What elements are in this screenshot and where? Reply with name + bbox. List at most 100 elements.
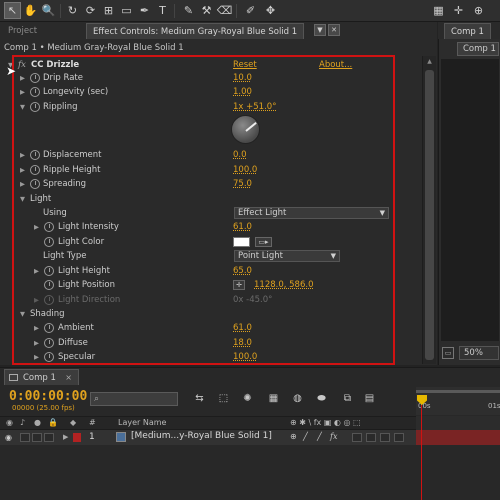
expand-triangle-icon[interactable]: ▶ [34,350,39,364]
tab-effect-controls[interactable]: Effect Controls: Medium Gray-Royal Blue … [86,23,305,39]
hide-shy-layers-icon[interactable]: ✺ [240,391,255,406]
stopwatch-icon[interactable] [44,323,54,333]
stopwatch-icon[interactable] [30,150,40,160]
camera-orbit-icon[interactable]: ⟳ [82,2,99,19]
comp-flowchart-button[interactable]: Comp 1 [457,42,499,56]
3d-layer-toggle[interactable] [394,433,404,442]
puppet-pin-icon[interactable]: ✥ [262,2,279,19]
tab-menu-icon[interactable]: ▼ [314,24,326,36]
brush-icon[interactable]: ✎ [180,2,197,19]
property-value-drip-rate[interactable]: 10.0 [233,71,252,85]
stopwatch-icon[interactable] [44,222,54,232]
fx-icon[interactable]: fx [18,58,26,72]
adjustment-toggle[interactable] [380,433,390,442]
collapse-triangle-icon[interactable]: ▼ [20,100,25,114]
zoom-icon[interactable]: 🔍 [40,2,57,19]
text-icon[interactable]: T [154,2,171,19]
expand-triangle-icon[interactable]: ▶ [34,321,39,335]
property-value-rippling[interactable]: 1x +51.0° [233,100,276,114]
visibility-eye-icon[interactable]: ◉ [5,433,12,442]
rectangle-icon[interactable]: ▭ [118,2,135,19]
solo-toggle[interactable] [32,433,42,442]
hand-icon[interactable]: ✋ [22,2,39,19]
stopwatch-icon[interactable] [44,237,54,247]
draft-3d-icon[interactable]: ⬚ [216,391,231,406]
eraser-icon[interactable]: ⌫ [216,2,233,19]
tab-project[interactable]: Project [2,23,43,39]
effects-switch-icon[interactable]: ╱ [317,432,322,441]
expand-triangle-icon[interactable]: ▶ [34,264,39,278]
collapse-triangle-icon[interactable]: ▼ [20,307,25,321]
chart-icon[interactable]: ▤ [362,391,377,406]
layer-duration-bar[interactable] [416,430,500,445]
fx-switch-icon[interactable]: fx [330,432,337,441]
tab-timeline-comp[interactable]: Comp 1 × [4,369,79,385]
axis-icon[interactable]: ✛ [450,2,467,19]
motion-blur-icon[interactable]: ◍ [290,391,305,406]
reset-link[interactable]: Reset [233,58,257,72]
rotate-icon[interactable]: ↻ [64,2,81,19]
stopwatch-icon[interactable] [30,165,40,175]
expand-triangle-icon[interactable]: ▶ [34,220,39,234]
graph-editor-icon[interactable]: ⧉ [340,391,355,406]
stopwatch-icon[interactable] [30,179,40,189]
pen-icon[interactable]: ✒ [136,2,153,19]
using-dropdown[interactable]: Effect Light ▼ [234,207,389,219]
stopwatch-icon[interactable] [44,338,54,348]
property-value-light-position[interactable]: 1128.0, 586.0 [254,278,313,292]
expand-triangle-icon[interactable]: ▶ [20,85,25,99]
frame-blending-icon[interactable]: ▦ [266,391,281,406]
property-value-specular[interactable]: 100.0 [233,350,257,364]
selection-arrow-icon[interactable]: ↖ [4,2,21,19]
quality-switch-icon[interactable]: ╱ [303,432,308,441]
layer-search-input[interactable]: ⌕ [90,392,178,406]
shy-switch-icon[interactable]: ⊕ [290,432,297,441]
audio-toggle[interactable] [20,433,30,442]
stopwatch-icon[interactable] [44,266,54,276]
clone-stamp-icon[interactable]: ⚒ [198,2,215,19]
tab-composition[interactable]: Comp 1 [444,23,491,39]
about-link[interactable]: About... [319,58,352,72]
rippling-angle-dial[interactable] [231,115,260,144]
collapse-triangle-icon[interactable]: ▼ [20,192,25,206]
expand-triangle-icon[interactable]: ▶ [20,177,25,191]
close-icon[interactable]: × [65,370,72,386]
crosshair-icon[interactable]: ✛ [233,280,245,290]
column-layer-name[interactable]: Layer Name [118,418,166,427]
effect-panel-scrollbar[interactable]: ▲ [422,56,436,364]
group-row-shading[interactable]: ▼ Shading [0,307,420,321]
workspace-icon[interactable]: ⊕ [470,2,487,19]
expand-triangle-icon[interactable]: ▶ [34,336,39,350]
stopwatch-icon[interactable] [30,102,40,112]
tab-close-icon[interactable]: ✕ [328,24,340,36]
snapping-icon[interactable]: ▦ [430,2,447,19]
layer-label-color[interactable] [73,433,81,442]
property-value-ambient[interactable]: 61.0 [233,321,252,335]
eyedropper-icon[interactable]: ▭▸ [255,237,272,247]
expand-triangle-icon[interactable]: ▶ [34,293,39,307]
roto-brush-icon[interactable]: ✐ [242,2,259,19]
scroll-up-icon[interactable]: ▲ [425,57,434,66]
property-value-longevity[interactable]: 1.00 [233,85,252,99]
property-value-light-height[interactable]: 65.0 [233,264,252,278]
lock-toggle[interactable] [44,433,54,442]
light-type-dropdown[interactable]: Point Light ▼ [234,250,340,262]
property-value-diffuse[interactable]: 18.0 [233,336,252,350]
brainstorm-icon[interactable]: ⬬ [314,391,329,406]
zoom-level-dropdown[interactable]: 50% [459,346,499,360]
stopwatch-icon[interactable] [30,87,40,97]
expand-triangle-icon[interactable]: ▶ [63,433,68,441]
expand-triangle-icon[interactable]: ▶ [20,71,25,85]
always-preview-icon[interactable]: ▭ [442,347,454,359]
composition-viewer[interactable] [441,59,499,341]
expand-triangle-icon[interactable]: ▶ [20,148,25,162]
frame-blend-toggle[interactable] [352,433,362,442]
property-value-spreading[interactable]: 75.0 [233,177,252,191]
motion-blur-toggle[interactable] [366,433,376,442]
layer-name[interactable]: [Medium...y-Royal Blue Solid 1] [131,431,272,441]
effect-header-row[interactable]: ▼ fx CC Drizzle Reset About... [0,58,420,72]
expand-triangle-icon[interactable]: ▶ [20,163,25,177]
stopwatch-icon[interactable] [44,280,54,290]
group-row-light[interactable]: ▼ Light [0,192,420,206]
light-color-swatch[interactable] [233,237,250,247]
